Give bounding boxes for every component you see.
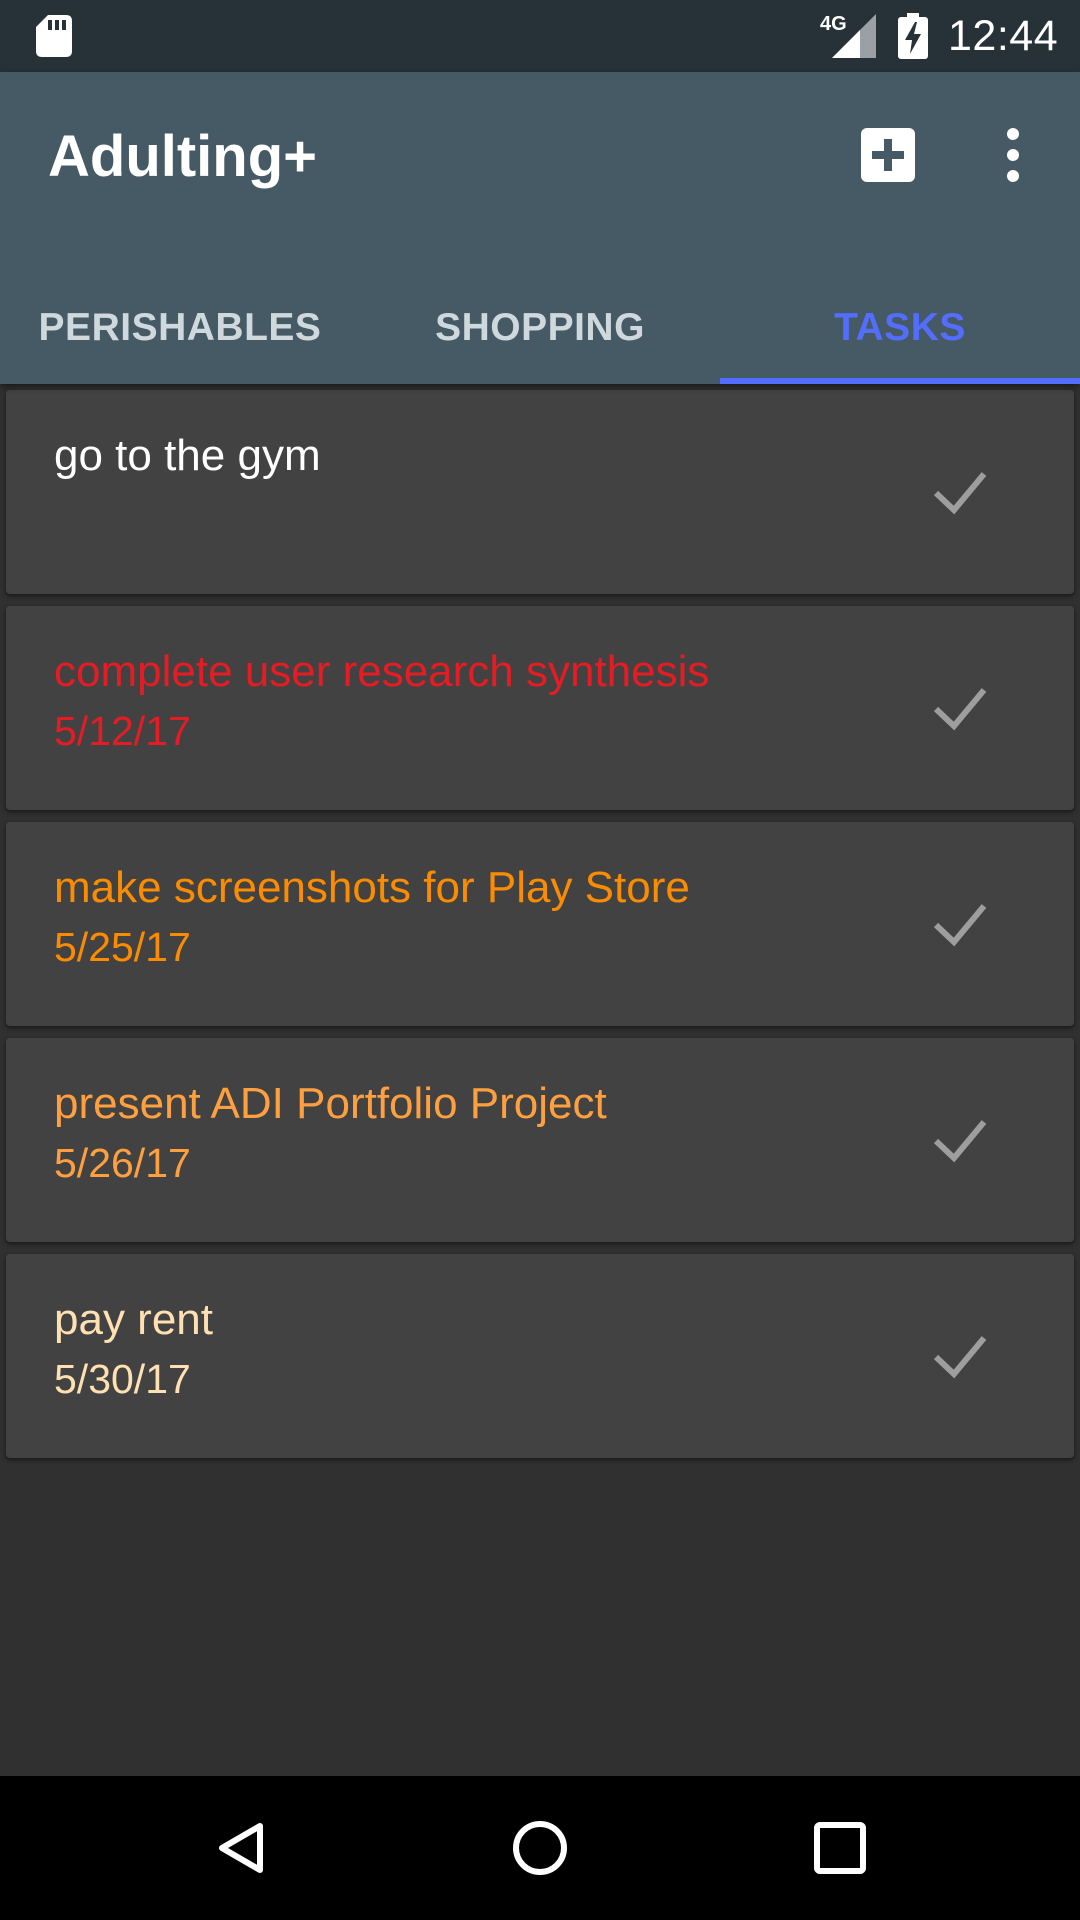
recents-button[interactable] bbox=[790, 1798, 890, 1898]
task-card[interactable]: pay rent 5/30/17 bbox=[6, 1254, 1074, 1458]
check-icon bbox=[933, 1336, 987, 1379]
tab-bar: PERISHABLES SHOPPING TASKS bbox=[0, 272, 1080, 384]
check-icon bbox=[933, 1120, 987, 1163]
add-task-button[interactable] bbox=[861, 128, 915, 182]
status-bar: 4G 12:44 bbox=[0, 0, 1080, 72]
tab-label: SHOPPING bbox=[435, 306, 645, 349]
app-title: Adulting+ bbox=[48, 124, 318, 189]
complete-task-button[interactable] bbox=[918, 454, 1002, 528]
tab-indicator bbox=[720, 378, 1080, 384]
check-icon bbox=[933, 904, 987, 947]
complete-task-button[interactable] bbox=[918, 670, 1002, 744]
tab-label: TASKS bbox=[834, 306, 966, 349]
task-date: 5/30/17 bbox=[54, 1356, 191, 1402]
overflow-menu-button[interactable] bbox=[986, 120, 1040, 190]
task-title: complete user research synthesis bbox=[54, 647, 710, 696]
task-title: pay rent bbox=[54, 1295, 213, 1344]
recents-icon bbox=[814, 1822, 866, 1874]
battery-charging-icon bbox=[898, 13, 928, 59]
task-date: 5/26/17 bbox=[54, 1140, 191, 1186]
task-title: present ADI Portfolio Project bbox=[54, 1079, 607, 1128]
app-bar: Adulting+ PERISHABLES SHOPPING TASKS bbox=[0, 72, 1080, 384]
task-date: 5/12/17 bbox=[54, 708, 191, 754]
complete-task-button[interactable] bbox=[918, 886, 1002, 960]
check-icon bbox=[933, 688, 987, 731]
network-type-label: 4G bbox=[820, 13, 847, 35]
task-date: 5/25/17 bbox=[54, 924, 191, 970]
system-navigation-bar bbox=[0, 1776, 1080, 1920]
tab-label: PERISHABLES bbox=[38, 306, 322, 349]
back-button[interactable] bbox=[190, 1798, 290, 1898]
check-icon bbox=[933, 472, 987, 515]
tab-tasks[interactable]: TASKS bbox=[720, 272, 1080, 384]
tab-perishables[interactable]: PERISHABLES bbox=[0, 272, 360, 384]
back-icon bbox=[219, 1823, 263, 1873]
add-box-icon bbox=[872, 139, 904, 171]
status-clock: 12:44 bbox=[948, 12, 1059, 60]
task-list: go to the gym complete user research syn… bbox=[6, 390, 1074, 1470]
task-card[interactable]: complete user research synthesis 5/12/17 bbox=[6, 606, 1074, 810]
complete-task-button[interactable] bbox=[918, 1318, 1002, 1392]
task-card[interactable]: present ADI Portfolio Project 5/26/17 bbox=[6, 1038, 1074, 1242]
more-vert-icon bbox=[1007, 128, 1019, 182]
signal-icon: 4G bbox=[820, 13, 876, 58]
complete-task-button[interactable] bbox=[918, 1102, 1002, 1176]
task-title: make screenshots for Play Store bbox=[54, 863, 690, 912]
task-title: go to the gym bbox=[54, 431, 321, 480]
task-card[interactable]: go to the gym bbox=[6, 390, 1074, 594]
tab-shopping[interactable]: SHOPPING bbox=[360, 272, 720, 384]
home-icon bbox=[513, 1821, 567, 1875]
task-card[interactable]: make screenshots for Play Store 5/25/17 bbox=[6, 822, 1074, 1026]
home-button[interactable] bbox=[490, 1798, 590, 1898]
sd-card-icon bbox=[36, 15, 72, 57]
